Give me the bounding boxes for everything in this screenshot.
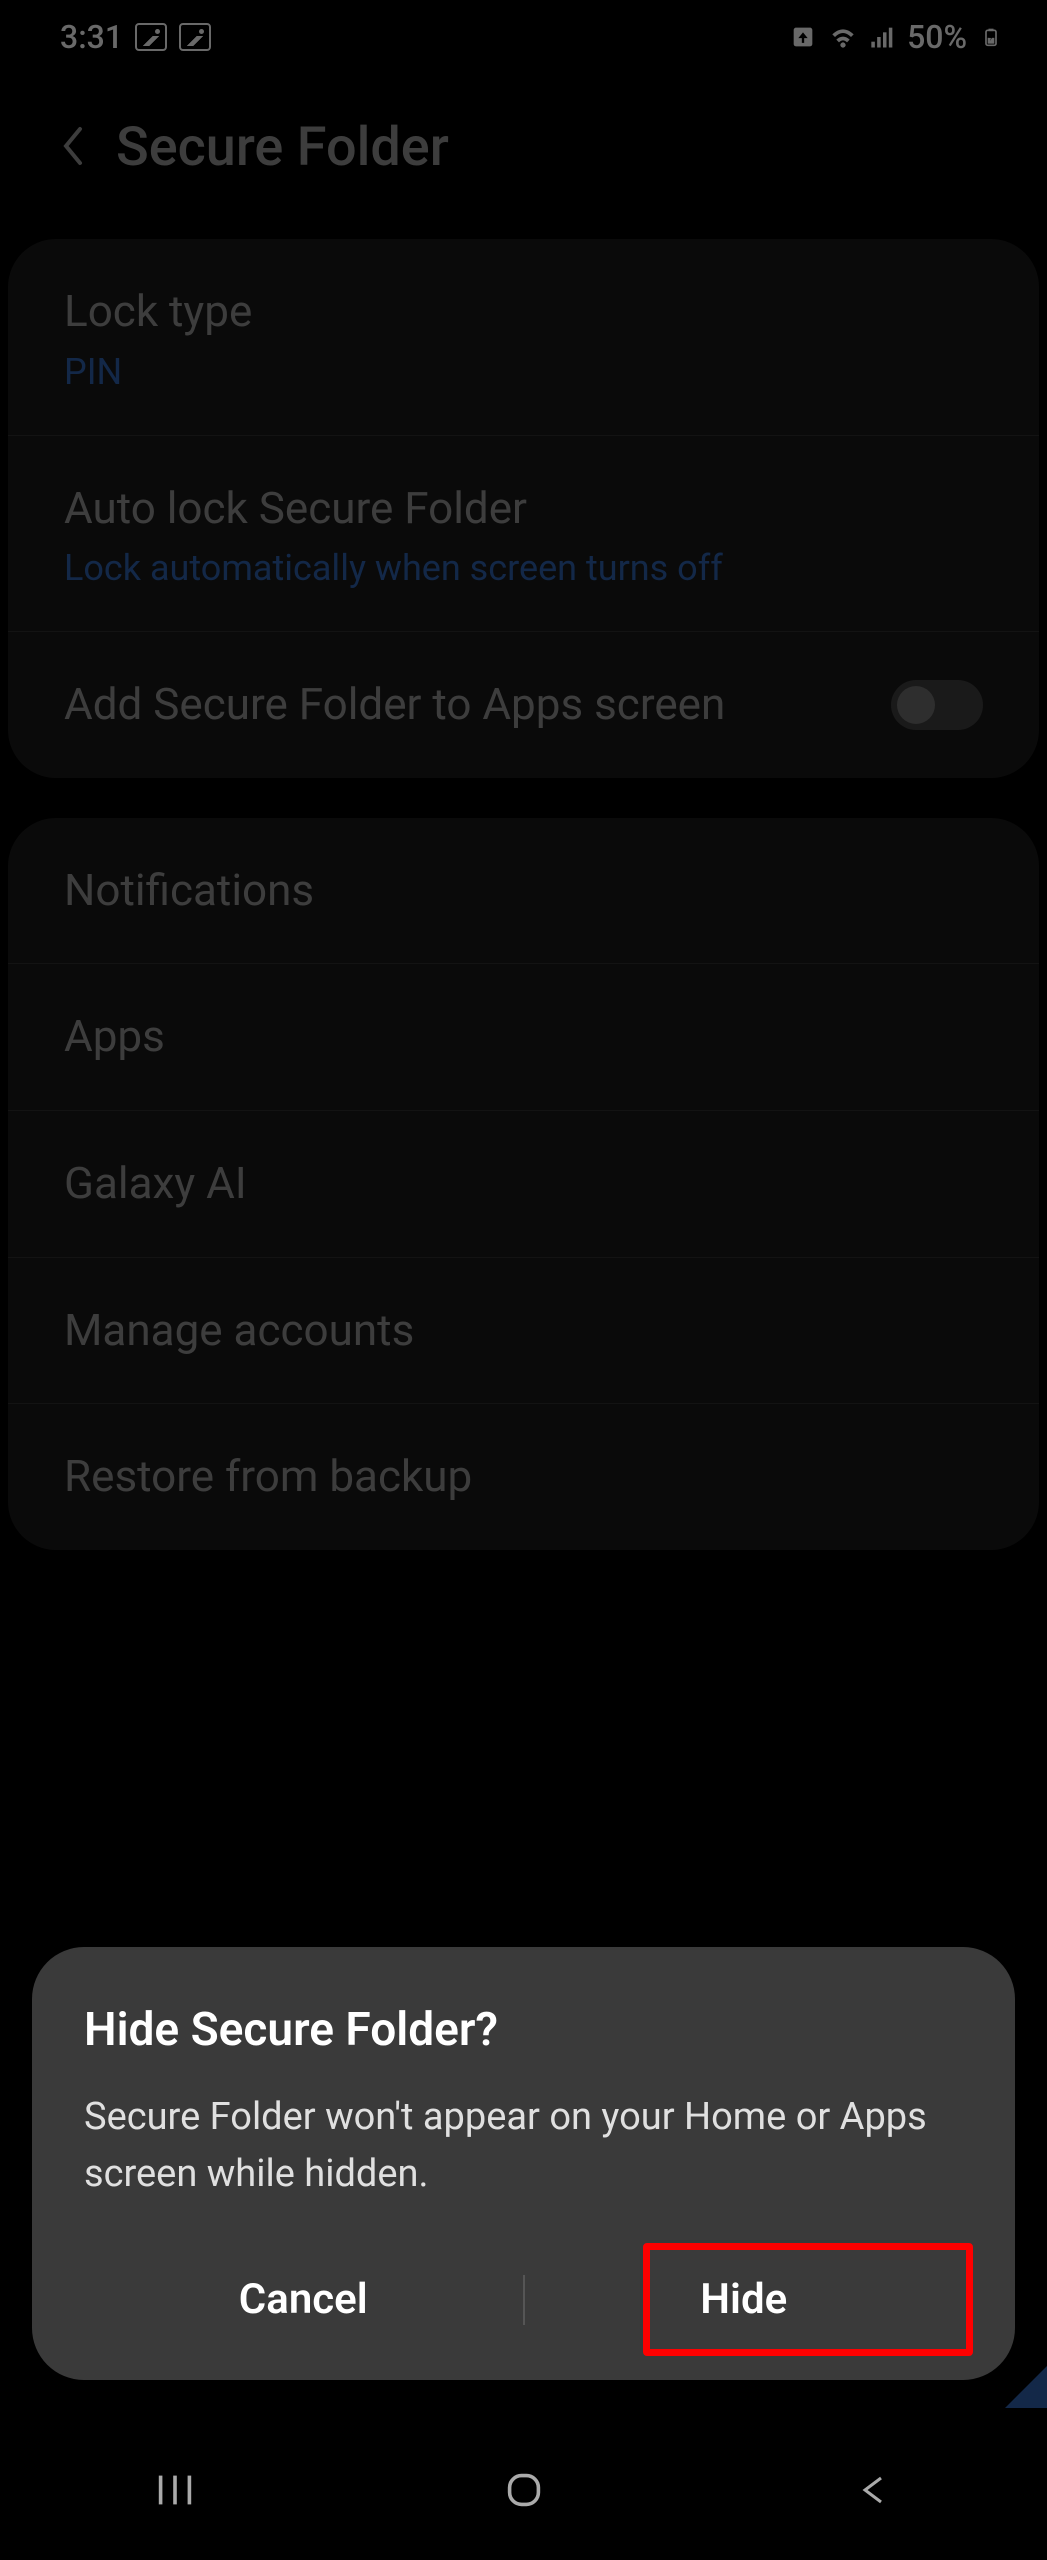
dialog-buttons: Cancel Hide <box>84 2251 963 2348</box>
hide-button[interactable]: Hide <box>525 2251 964 2348</box>
navigation-bar <box>0 2420 1047 2560</box>
dialog-body: Secure Folder won't appear on your Home … <box>84 2089 963 2203</box>
cancel-button[interactable]: Cancel <box>84 2251 523 2348</box>
home-button[interactable] <box>494 2460 554 2520</box>
dialog-title: Hide Secure Folder? <box>84 2003 963 2057</box>
recents-button[interactable] <box>145 2460 205 2520</box>
back-button-nav[interactable] <box>843 2460 903 2520</box>
hide-folder-dialog: Hide Secure Folder? Secure Folder won't … <box>32 1947 1015 2380</box>
